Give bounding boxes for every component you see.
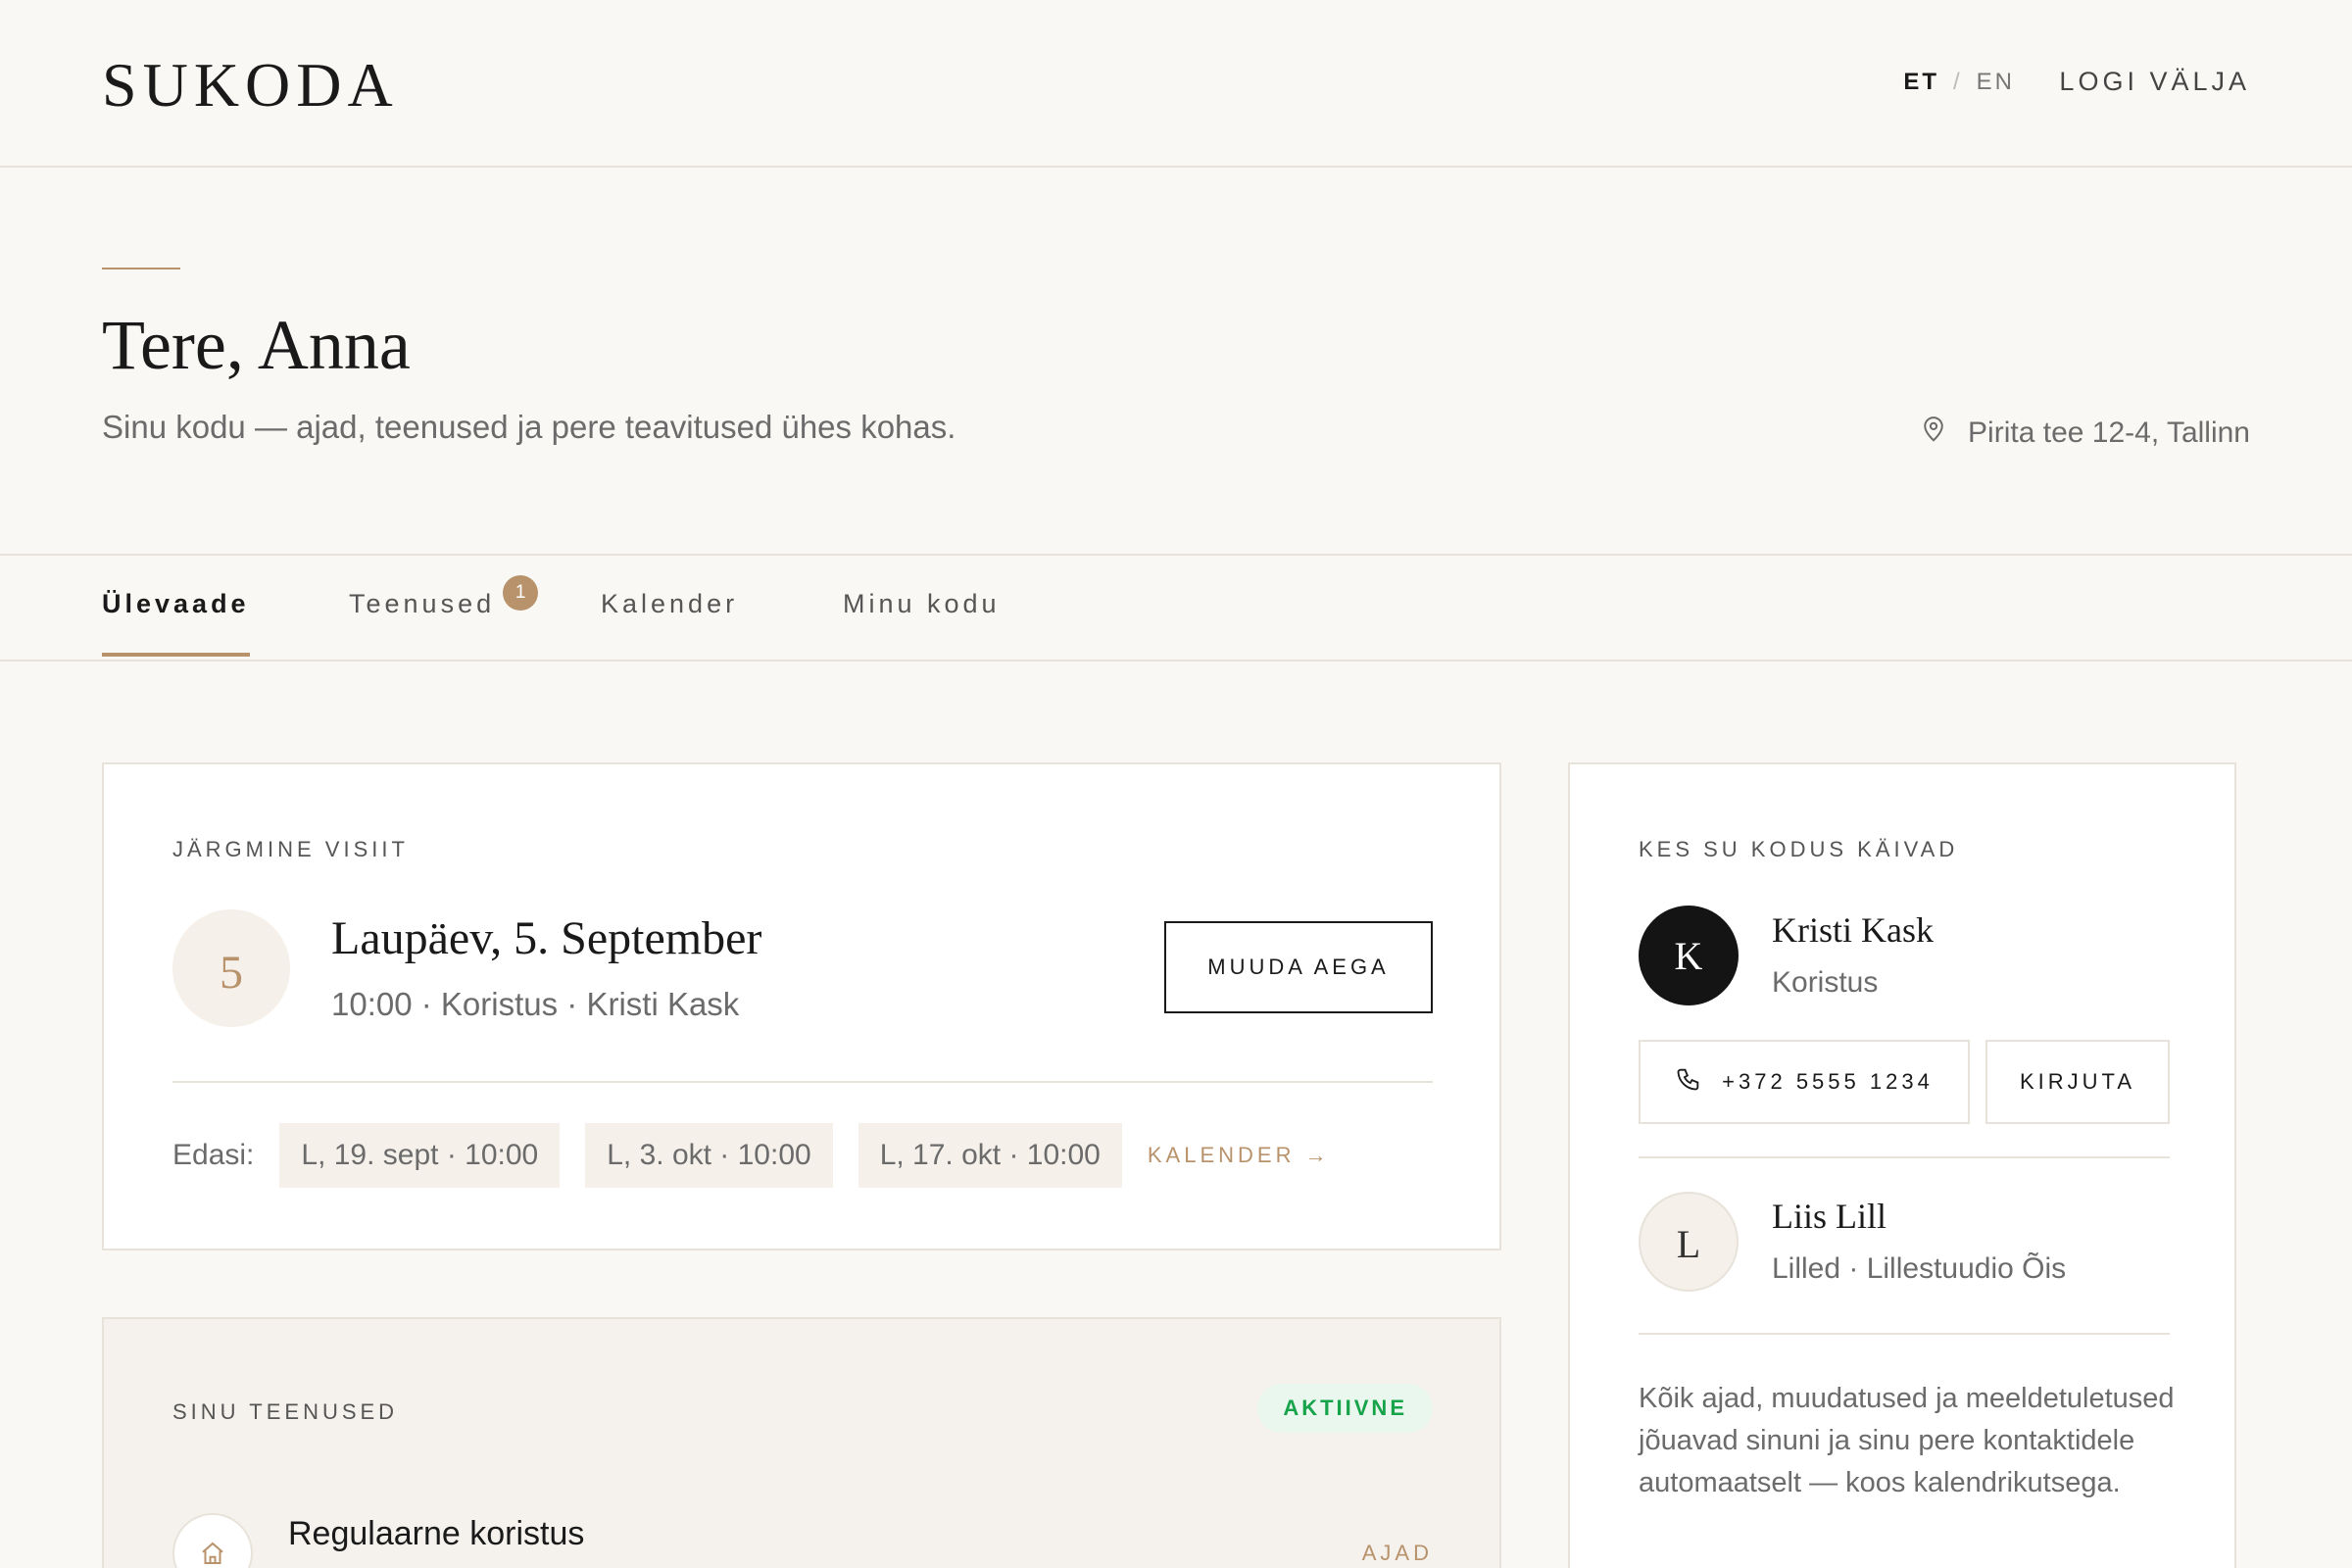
language-switcher: ET / EN (1903, 69, 2015, 96)
visit-meta: 10:00 · Koristus · Kristi Kask (331, 986, 740, 1022)
logo[interactable]: SUKODA (102, 49, 399, 122)
service-name[interactable]: Regulaarne koristus (288, 1515, 584, 1553)
notification-badge: 1 (503, 575, 539, 611)
upcoming-chip[interactable]: L, 3. okt · 10:00 (585, 1123, 833, 1188)
tab-calendar[interactable]: Kalender (601, 589, 738, 653)
avatar: K (1639, 906, 1739, 1005)
next-visit-card: JÄRGMINE VISIIT 5 Laupäev, 5. September … (102, 762, 1501, 1250)
tab-bar: Ülevaade Teenused 1 Kalender Minu kodu (0, 556, 2352, 662)
site-header: SUKODA ET / EN LOGI VÄLJA (0, 0, 2352, 168)
avatar: L (1639, 1192, 1739, 1292)
upcoming-chip[interactable]: L, 19. sept · 10:00 (279, 1123, 561, 1188)
contacts-card: KES SU KODUS KÄIVAD K Kristi Kask Korist… (1568, 762, 2236, 1568)
upcoming-label: Edasi: (172, 1139, 255, 1171)
tab-label: Teenused (349, 589, 496, 618)
call-button[interactable]: +372 5555 1234 (1639, 1040, 1970, 1124)
contact-role: Lilled · Lillestuudio Õis (1772, 1252, 2067, 1285)
accent-rule (102, 268, 180, 270)
contact-role: Koristus (1772, 966, 1879, 999)
contact-name: Liis Lill (1772, 1197, 1886, 1236)
change-time-button[interactable]: MUUDA AEGA (1164, 921, 1433, 1013)
calendar-link[interactable]: KALENDER → (1148, 1143, 1331, 1168)
contact-name: Kristi Kask (1772, 910, 1934, 950)
contacts-note: Kõik ajad, muudatused ja meeldetuletused… (1639, 1383, 2175, 1498)
card-label: SINU TEENUSED (172, 1399, 399, 1424)
divider (1639, 1333, 2170, 1335)
lang-en[interactable]: EN (1977, 69, 2015, 95)
upcoming-visits: Edasi: L, 19. sept · 10:00 L, 3. okt · 1… (172, 1123, 1331, 1188)
lang-separator: / (1952, 69, 1963, 95)
divider (1639, 1156, 2170, 1158)
lang-et[interactable]: ET (1903, 69, 1939, 95)
write-button[interactable]: KIRJUTA (1985, 1040, 2170, 1124)
greeting-title: Tere, Anna (102, 306, 411, 384)
date-badge: 5 (172, 909, 290, 1027)
tab-my-home[interactable]: Minu kodu (843, 589, 1001, 653)
phone-number: +372 5555 1234 (1722, 1069, 1934, 1094)
tab-services[interactable]: Teenused 1 (349, 575, 539, 653)
status-badge: AKTIIVNE (1257, 1384, 1433, 1433)
divider (172, 1081, 1433, 1083)
upcoming-chip[interactable]: L, 17. okt · 10:00 (858, 1123, 1122, 1188)
phone-icon (1675, 1065, 1702, 1099)
card-label: JÄRGMINE VISIIT (172, 837, 409, 861)
address: Pirita tee 12-4, Tallinn (1919, 415, 2250, 452)
card-label: KES SU KODUS KÄIVAD (1639, 837, 1959, 861)
tab-label: Ülevaade (102, 589, 250, 618)
services-card: SINU TEENUSED AKTIIVNE Regulaarne korist… (102, 1317, 1501, 1568)
tab-label: Minu kodu (843, 589, 1001, 618)
hero-section: Tere, Anna Sinu kodu — ajad, teenused ja… (0, 168, 2352, 556)
hero-subtitle: Sinu kodu — ajad, teenused ja pere teavi… (102, 409, 956, 445)
visit-date: Laupäev, 5. September (331, 912, 762, 964)
map-pin-icon (1919, 415, 1948, 452)
address-text: Pirita tee 12-4, Tallinn (1968, 416, 2250, 449)
logout-link[interactable]: LOGI VÄLJA (2059, 67, 2250, 97)
service-times-link[interactable]: AJAD (1362, 1541, 1433, 1566)
tab-label: Kalender (601, 589, 739, 618)
home-icon (172, 1513, 253, 1568)
tab-overview[interactable]: Ülevaade (102, 589, 250, 657)
